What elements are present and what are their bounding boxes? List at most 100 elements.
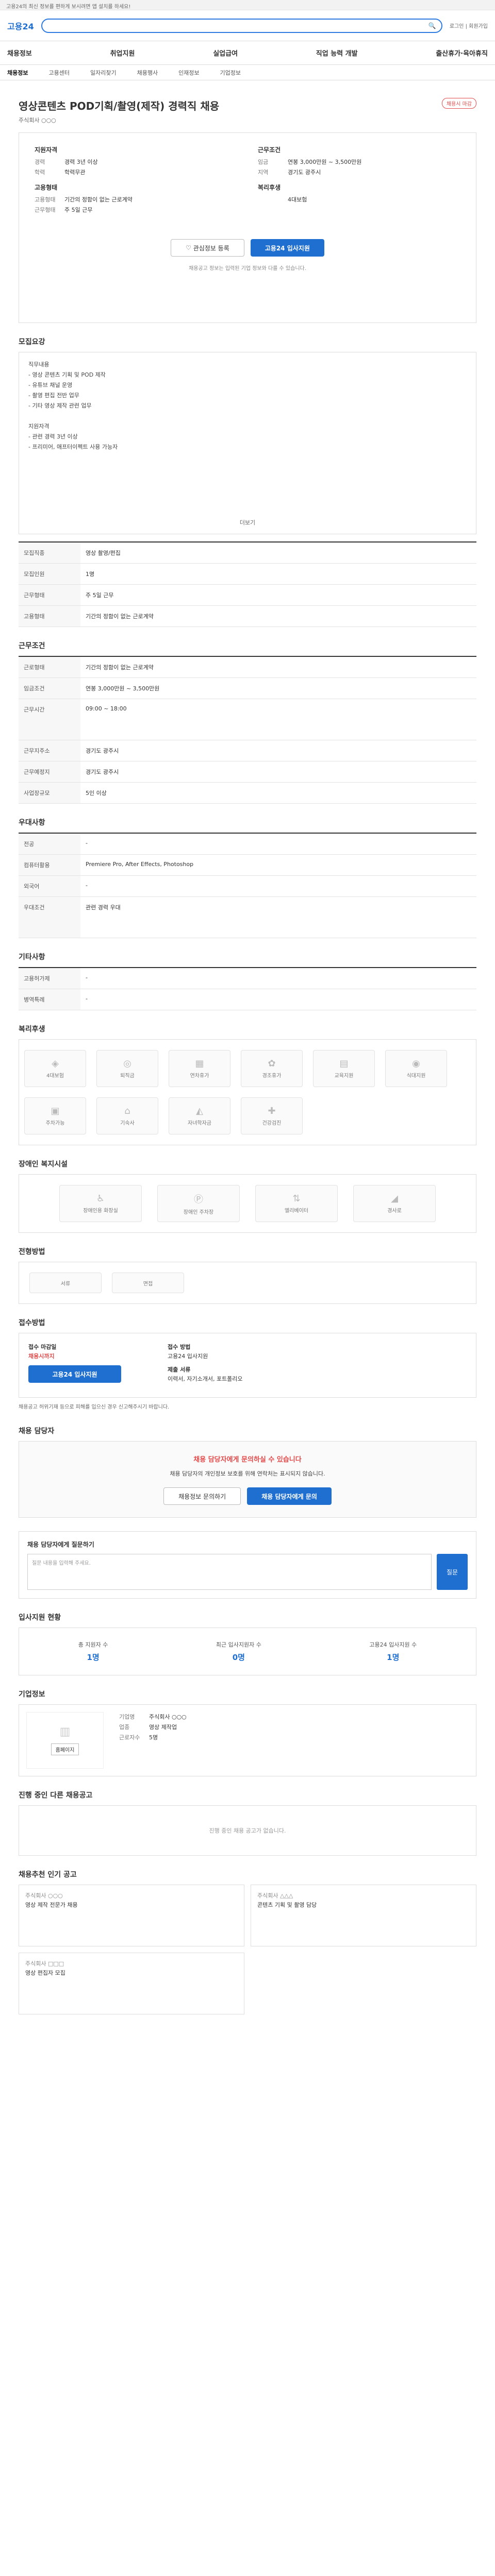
- qna-input[interactable]: 질문 내용을 입력해 주세요.: [27, 1554, 432, 1590]
- process-step: 서류: [29, 1273, 102, 1293]
- kv-value: 주 5일 근무: [64, 207, 93, 213]
- summary-heading: 복리후생: [258, 184, 281, 191]
- kv-value: 4대보험: [288, 196, 307, 203]
- rec-company: 주식회사 △△△: [257, 1892, 293, 1899]
- welfare-label: 교육지원: [334, 1073, 354, 1079]
- rec-card[interactable]: 주식회사 □□□ 영상 편집자 모집: [19, 1953, 244, 2014]
- welfare-label: 기숙사: [120, 1121, 135, 1126]
- section-title: 채용 담당자: [19, 1427, 55, 1435]
- rec-card[interactable]: 주식회사 ○○○ 영상 제작 전문가 채용: [19, 1885, 244, 1946]
- subnav-item[interactable]: 채용행사: [137, 69, 158, 77]
- table-key: 근무시간: [19, 699, 80, 740]
- table-value: 영상 촬영/편집: [80, 542, 476, 564]
- inquiry-button[interactable]: 채용정보 문의하기: [163, 1487, 241, 1505]
- qna-submit-button[interactable]: 질문: [437, 1554, 468, 1590]
- apply-button[interactable]: 고용24 입사지원: [250, 239, 324, 257]
- nav-item[interactable]: 출산휴가·육아휴직: [436, 48, 488, 58]
- table-row: 사업장규모 5인 이상: [19, 782, 476, 804]
- site-header: 고용24 🔍 로그인 | 회원가입: [0, 10, 495, 41]
- table-key: 모집인원: [19, 563, 80, 585]
- nav-item[interactable]: 실업급여: [213, 48, 238, 58]
- subnav-item[interactable]: 일자리찾기: [90, 69, 117, 77]
- more-link[interactable]: 더보기: [28, 518, 467, 527]
- nav-item[interactable]: 직업 능력 개발: [316, 48, 358, 58]
- kv-key: 업종: [119, 1724, 130, 1731]
- table-value: -: [80, 989, 476, 1010]
- welfare-item: ◈ 4대보험: [24, 1050, 86, 1087]
- summary-qualification: 지원자격 경력 경력 3년 이상 학력 학력무관: [35, 145, 237, 178]
- welfare-item: ✿ 경조휴가: [241, 1050, 303, 1087]
- table-key: 모집직종: [19, 542, 80, 564]
- header-links[interactable]: 로그인 | 회원가입: [450, 22, 488, 29]
- table-key: 근로형태: [19, 656, 80, 678]
- apply-button[interactable]: 고용24 입사지원: [28, 1365, 121, 1383]
- consult-text: 채용 담당자의 개인정보 보호를 위해 연락처는 표시되지 않습니다.: [170, 1470, 325, 1477]
- table-row: 고용허가제 -: [19, 968, 476, 989]
- nav-item[interactable]: 채용정보: [7, 48, 32, 58]
- table-row: 임금조건 연봉 3,000만원 ~ 3,500만원: [19, 677, 476, 699]
- building-icon: ▥: [59, 1725, 71, 1738]
- table-key: 병역특례: [19, 989, 80, 1010]
- rec-company: 주식회사 □□□: [25, 1960, 64, 1967]
- kv-key: 근무형태: [35, 207, 56, 213]
- welfare-item: ▦ 연차휴가: [169, 1050, 230, 1087]
- stat-label: 총 지원자 수: [78, 1641, 108, 1648]
- contact-button[interactable]: 채용 담당자에게 문의: [247, 1487, 332, 1505]
- table-value: Premiere Pro, After Effects, Photoshop: [80, 854, 476, 876]
- rec-title: 콘텐츠 기획 및 촬영 담당: [257, 1902, 317, 1908]
- welfare-item: ◭ 자녀학자금: [169, 1097, 230, 1134]
- process-step: 면접: [112, 1273, 184, 1293]
- table-key: 고용허가제: [19, 968, 80, 989]
- table-key: 근무형태: [19, 584, 80, 606]
- section-title: 모집요강: [19, 338, 45, 346]
- coin-icon: ◎: [123, 1058, 131, 1069]
- kv-key: 임금: [258, 159, 269, 165]
- page-title: 영상콘텐츠 POD기획/촬영(제작) 경력직 채용: [19, 100, 220, 112]
- gift-icon: ✿: [268, 1058, 276, 1069]
- table-value: -: [80, 833, 476, 855]
- facility-item: ♿ 장애인용 화장실: [59, 1185, 142, 1222]
- table-row: 우대조건 관련 경력 우대: [19, 896, 476, 938]
- top-strip: 고용24의 최신 정보를 편하게 보시려면 앱 설치를 하세요!: [0, 0, 495, 10]
- subnav-item[interactable]: 채용정보: [7, 69, 28, 77]
- search-icon[interactable]: 🔍: [428, 22, 436, 29]
- homepage-button[interactable]: 홈페이지: [51, 1743, 79, 1755]
- consult-section: 채용 담당자 채용 담당자에게 문의하실 수 있습니다 채용 담당자의 개인정보…: [19, 1426, 476, 1518]
- rec-card[interactable]: 주식회사 △△△ 콘텐츠 기획 및 촬영 담당: [251, 1885, 476, 1946]
- shield-icon: ◈: [52, 1058, 59, 1069]
- subnav-item[interactable]: 인재정보: [178, 69, 199, 77]
- table-value: 연봉 3,000만원 ~ 3,500만원: [80, 677, 476, 699]
- section-title: 접수방법: [19, 1319, 45, 1327]
- kv-value: 영상 제작업: [149, 1724, 177, 1731]
- interest-button[interactable]: ♡ 관심정보 등록: [171, 239, 244, 257]
- car-icon: ▣: [51, 1106, 60, 1116]
- rec-title: 영상 제작 전문가 채용: [25, 1902, 78, 1908]
- work-section: 근무조건 근로형태 기간의 정함이 없는 근로계약 임금조건 연봉 3,000만원 …: [19, 640, 476, 804]
- section-title: 입사지원 현황: [19, 1614, 61, 1622]
- search-input[interactable]: 🔍: [41, 18, 442, 33]
- nav-item[interactable]: 취업지원: [110, 48, 135, 58]
- table-value: 경기도 광주시: [80, 761, 476, 783]
- kv-value: 학력무관: [64, 169, 86, 176]
- subnav-item[interactable]: 고용센터: [48, 69, 69, 77]
- table-row: 근무시간 09:00 ~ 18:00: [19, 699, 476, 740]
- elevator-icon: ⇅: [292, 1193, 301, 1204]
- summary-note: 채용공고 정보는 입력된 기업 정보와 다를 수 있습니다.: [189, 266, 306, 272]
- apply-key: 제출 서류: [168, 1366, 191, 1373]
- main-nav: 채용정보 취업지원 실업급여 직업 능력 개발 출산휴가·육아휴직: [0, 41, 495, 65]
- welfare-item: ▣ 주차가능: [24, 1097, 86, 1134]
- rec-title: 영상 편집자 모집: [25, 1970, 65, 1976]
- subnav-item[interactable]: 기업정보: [220, 69, 241, 77]
- welfare-label: 건강검진: [262, 1121, 282, 1126]
- welfare-label: 주차가능: [45, 1121, 65, 1126]
- welfare-item: ⌂ 기숙사: [96, 1097, 158, 1134]
- graduation-icon: ◭: [196, 1106, 203, 1116]
- section-title: 복리후생: [19, 1025, 45, 1033]
- company-name[interactable]: 주식회사 ○○○: [19, 116, 476, 124]
- stat-value: 0명: [232, 1653, 245, 1662]
- site-logo[interactable]: 고용24: [7, 20, 34, 32]
- other-section: 진행 중인 다른 채용공고 진행 중인 채용 공고가 없습니다.: [19, 1790, 476, 1856]
- consult-headline: 채용 담당자에게 문의하실 수 있습니다: [193, 1456, 302, 1464]
- facility-item: Ⓟ 장애인 주차장: [157, 1185, 240, 1222]
- kv-key: 경력: [35, 159, 45, 165]
